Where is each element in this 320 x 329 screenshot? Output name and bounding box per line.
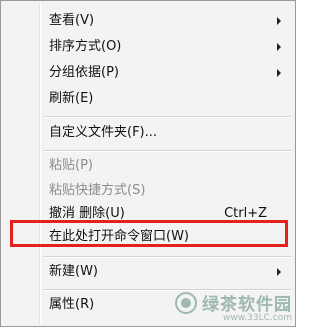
submenu-arrow-icon	[277, 268, 281, 276]
menu-item-label: 分组依据(P)	[49, 65, 119, 80]
watermark-logo-icon	[174, 291, 197, 314]
menu-item-label: 粘贴(P)	[49, 158, 93, 173]
submenu-arrow-icon	[277, 17, 281, 25]
menu-separator	[43, 150, 291, 152]
menu-item-refresh[interactable]: 刷新(E)	[3, 87, 293, 110]
menu-item-sort-by[interactable]: 排序方式(O)	[3, 35, 293, 58]
menu-item-label: 自定义文件夹(F)...	[49, 125, 158, 140]
menu-item-label: 属性(R)	[49, 297, 95, 312]
menu-item-group-by[interactable]: 分组依据(P)	[3, 61, 293, 84]
menu-separator	[43, 256, 291, 258]
watermark-name: 绿茶软件园	[202, 295, 292, 315]
watermark-url: www.33LC.com	[223, 313, 292, 323]
site-watermark: 绿茶软件园 www.33LC.com	[174, 290, 292, 323]
submenu-arrow-icon	[277, 43, 281, 51]
menu-item-label: 查看(V)	[49, 13, 95, 28]
menu-item-view[interactable]: 查看(V)	[3, 9, 293, 32]
menu-item-label: 新建(W)	[49, 264, 98, 279]
red-highlight-annotation	[10, 220, 288, 247]
context-menu: 查看(V) 排序方式(O) 分组依据(P) 刷新(E) 自定义文件夹(F)...…	[0, 0, 296, 327]
menu-item-new[interactable]: 新建(W)	[3, 260, 293, 283]
menu-item-label: 粘贴快捷方式(S)	[49, 183, 146, 198]
submenu-arrow-icon	[277, 69, 281, 77]
menu-item-paste-shortcut: 粘贴快捷方式(S)	[3, 179, 293, 202]
menu-item-label: 刷新(E)	[49, 91, 94, 106]
menu-item-paste: 粘贴(P)	[3, 154, 293, 177]
menu-item-customize-folder[interactable]: 自定义文件夹(F)...	[3, 121, 293, 144]
menu-item-label: 排序方式(O)	[49, 39, 122, 54]
menu-separator	[43, 116, 291, 118]
